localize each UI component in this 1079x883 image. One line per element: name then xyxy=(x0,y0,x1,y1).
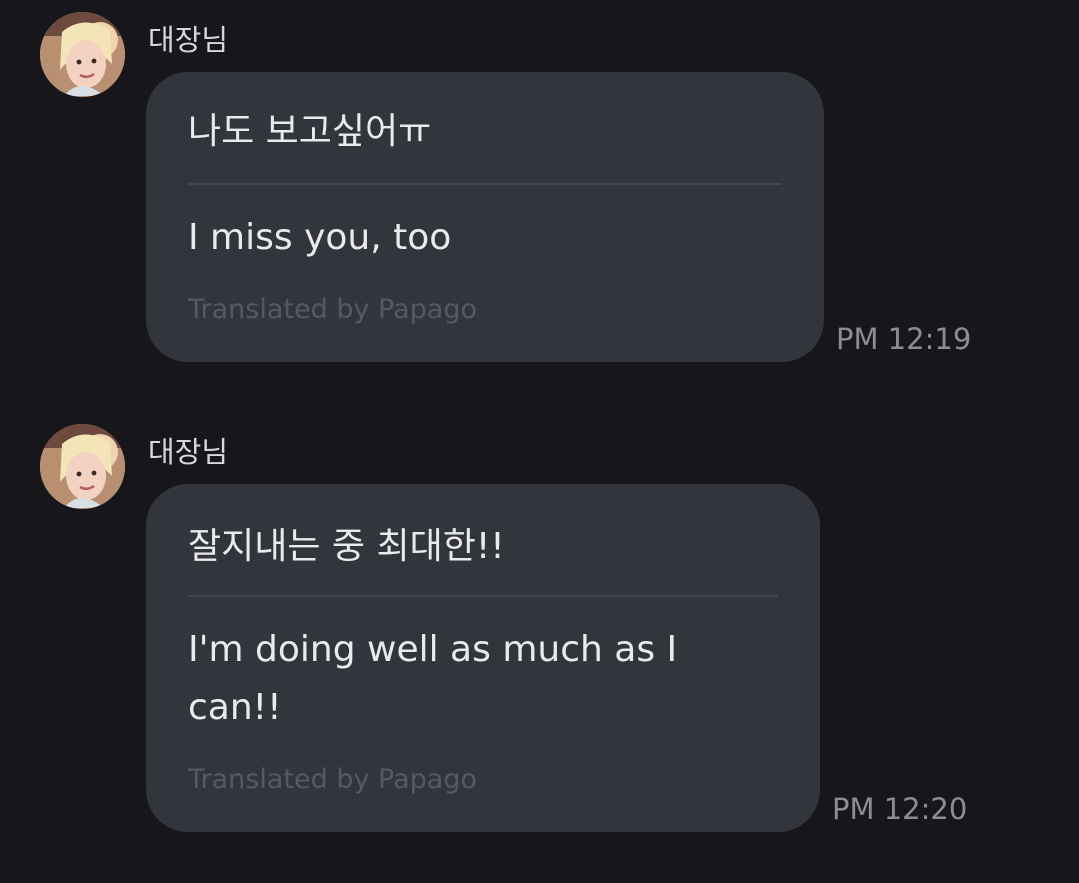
original-message: 잘지내는 중 최대한!! xyxy=(188,526,505,567)
avatar[interactable] xyxy=(40,424,125,509)
sender-name[interactable]: 대장님 xyxy=(148,438,228,467)
chat-screen: 대장님 나도 보고싶어ㅠ I miss you, too Translated … xyxy=(0,0,1079,883)
translated-message: I'm doing well as much as I can!! xyxy=(188,629,678,728)
message-item: 대장님 잘지내는 중 최대한!! I'm doing well as much … xyxy=(0,0,1079,883)
message-bubble[interactable]: 잘지내는 중 최대한!! I'm doing well as much as I… xyxy=(146,484,820,832)
translator-credit: Translated by Papago xyxy=(188,764,477,795)
message-timestamp: PM 12:20 xyxy=(832,792,968,826)
divider xyxy=(188,595,778,597)
profile-photo xyxy=(40,424,125,509)
